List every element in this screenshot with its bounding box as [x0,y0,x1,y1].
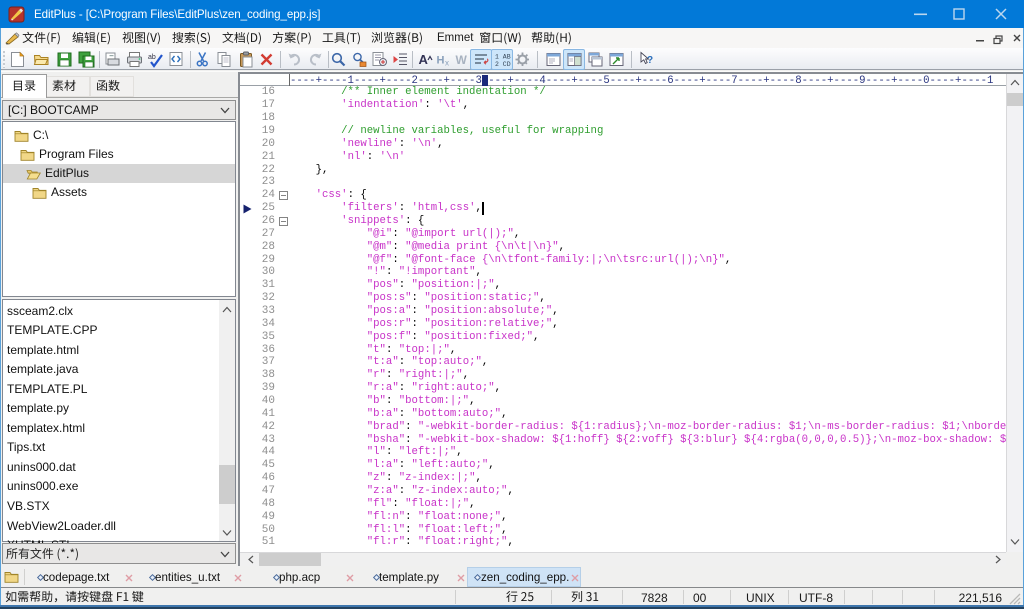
svg-text:A: A [419,52,429,67]
svg-text:1 AB: 1 AB [495,54,511,61]
svg-text:W: W [456,53,468,67]
svg-text:x: x [445,59,449,68]
svg-text:?: ? [647,55,653,66]
svg-text:H: H [437,55,445,67]
svg-text:ab: ab [148,54,156,61]
svg-text:2 CD: 2 CD [495,61,511,68]
